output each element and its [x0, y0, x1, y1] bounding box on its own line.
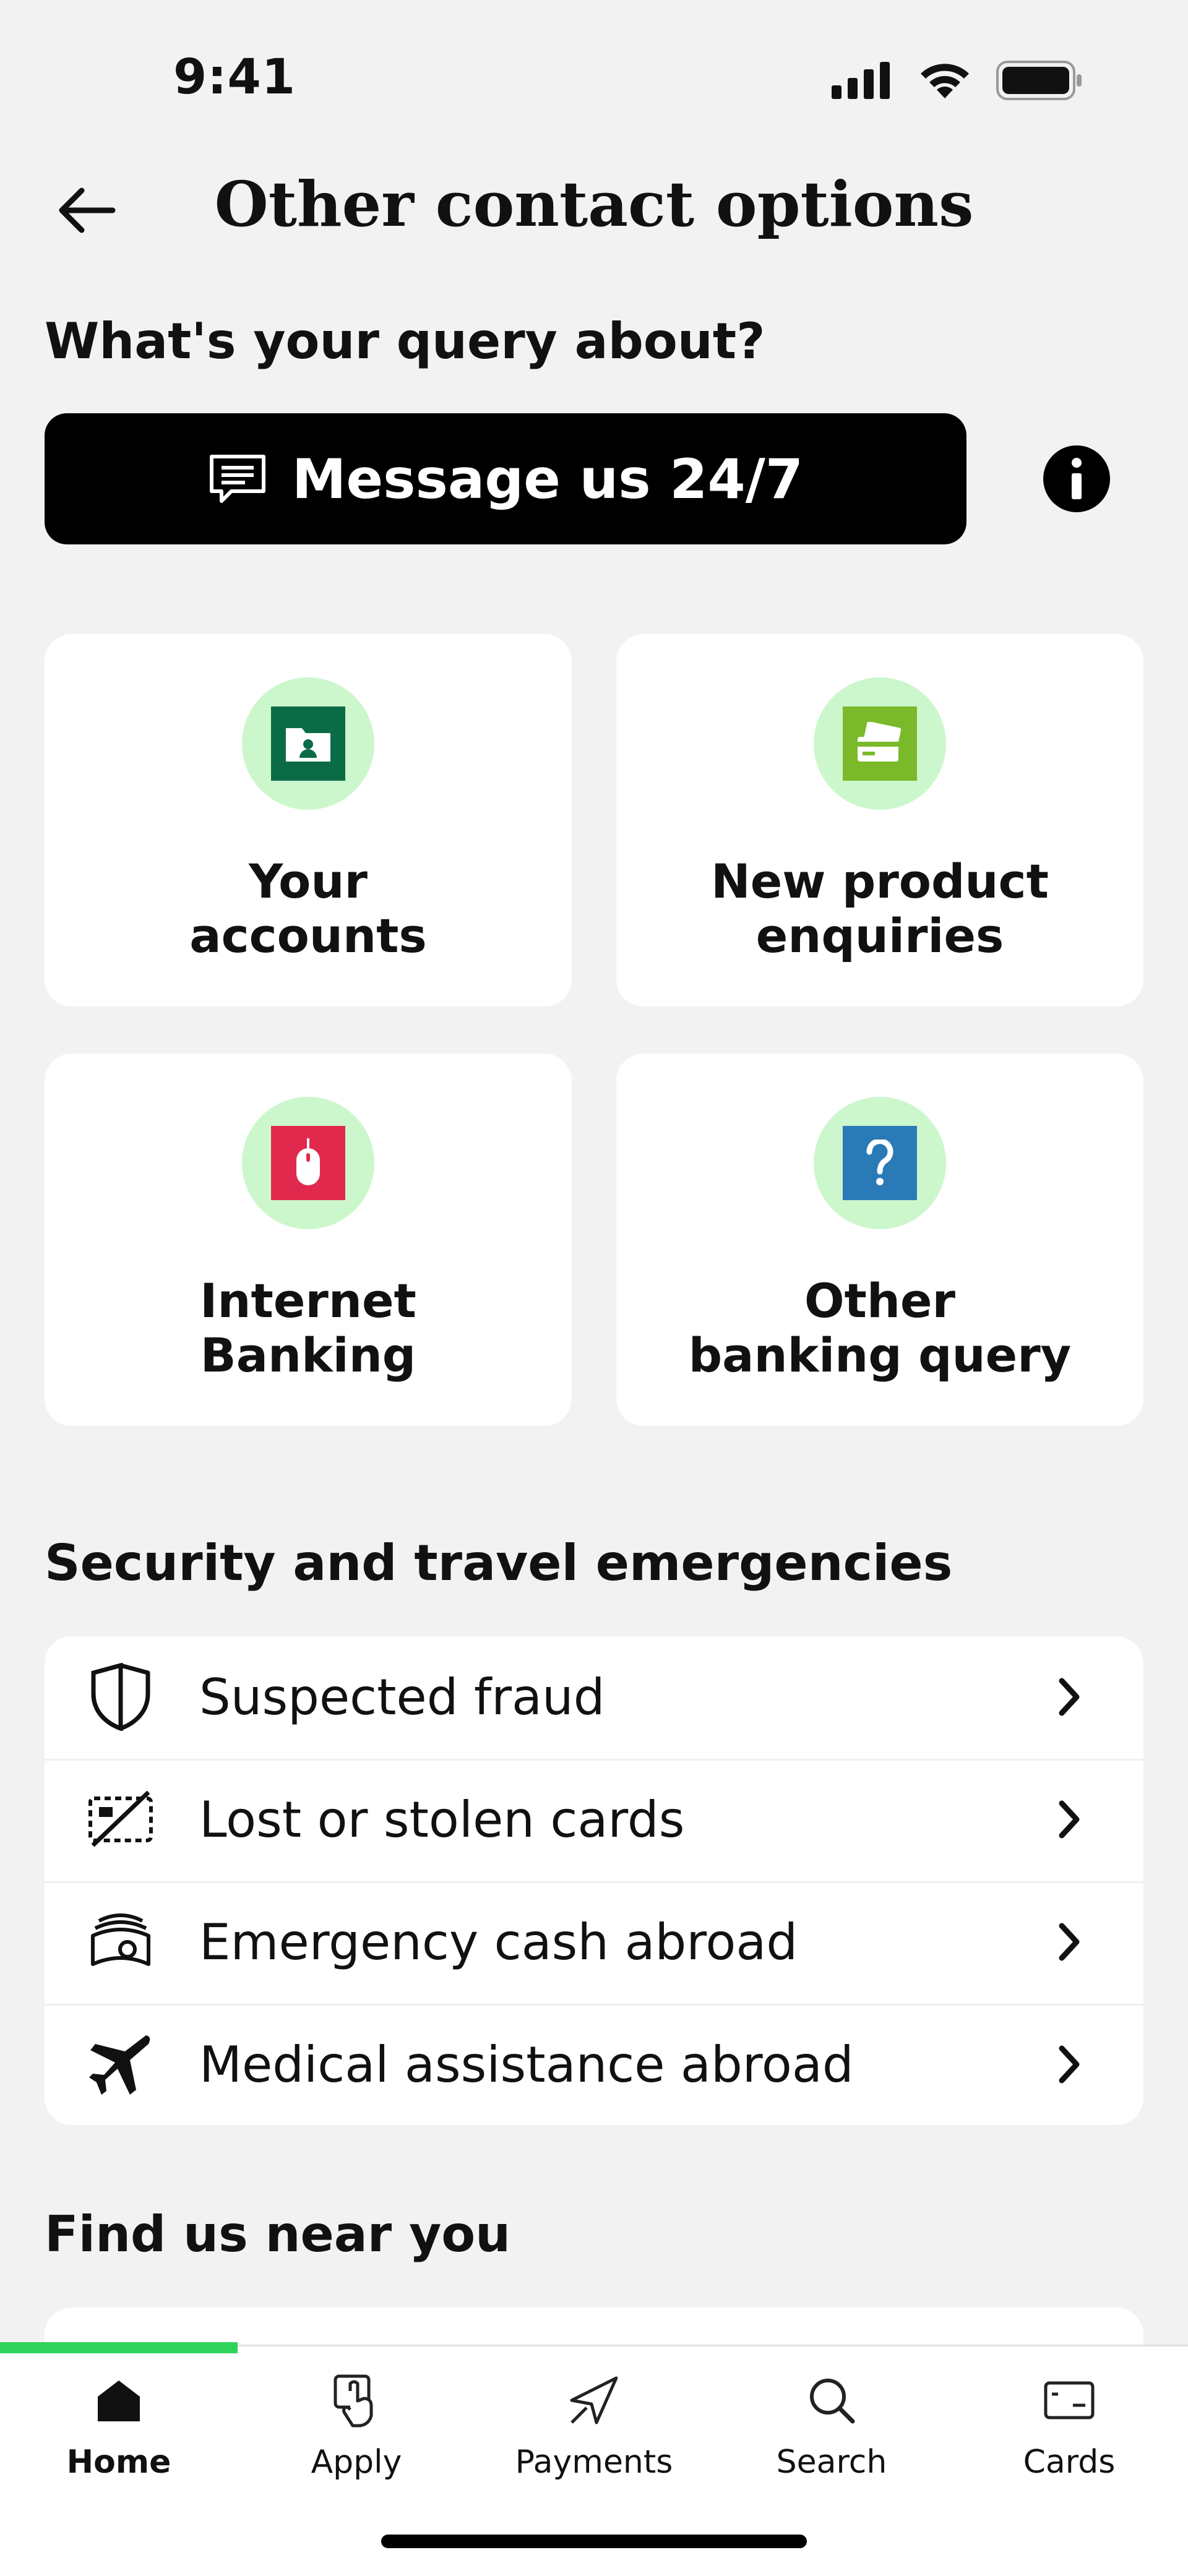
chevron-right-icon: [1051, 1672, 1088, 1722]
mouse-icon: [271, 1126, 345, 1200]
card-label-line1: Other: [804, 1273, 956, 1328]
status-icons: [832, 61, 1083, 100]
tab-label: Search: [776, 2444, 887, 2481]
card-new-product-enquiries[interactable]: New product enquiries: [616, 634, 1143, 1007]
list-item-emergency-cash[interactable]: Emergency cash abroad: [45, 1881, 1143, 2003]
tab-label: Apply: [311, 2444, 402, 2481]
card-label-line2: banking query: [688, 1328, 1072, 1383]
card-internet-banking[interactable]: Internet Banking: [45, 1054, 572, 1426]
list-item-label: Suspected fraud: [199, 1668, 605, 1726]
list-item-label: Lost or stolen cards: [199, 1790, 685, 1848]
security-heading: Security and travel emergencies: [45, 1534, 953, 1592]
tab-label: Payments: [515, 2444, 673, 2481]
tab-cards[interactable]: Cards: [950, 2363, 1188, 2493]
tab-search[interactable]: Search: [713, 2363, 950, 2493]
security-list: Suspected fraud Lost or stolen cards Eme…: [45, 1636, 1143, 2125]
shield-icon: [87, 1663, 155, 1731]
card-label-line2: enquiries: [755, 908, 1004, 963]
message-us-label: Message us 24/7: [291, 447, 804, 511]
question-icon: [843, 1126, 917, 1200]
card-label-line1: Your: [249, 854, 368, 909]
payments-icon: [563, 2369, 625, 2431]
plane-icon: [87, 2030, 155, 2098]
wifi-icon: [921, 64, 969, 98]
chevron-right-icon: [1051, 2040, 1088, 2089]
list-item-medical-assistance[interactable]: Medical assistance abroad: [45, 2004, 1143, 2125]
card-icon-circle: [814, 677, 946, 810]
list-item-label: Medical assistance abroad: [199, 2035, 854, 2093]
cash-icon: [87, 1908, 155, 1976]
folder-user-icon: [271, 706, 345, 781]
query-heading: What's your query about?: [45, 312, 765, 370]
home-indicator: [381, 2535, 807, 2548]
card-label: Your accounts: [73, 854, 543, 963]
home-icon: [88, 2369, 150, 2431]
signal-icon: [832, 62, 890, 99]
card-label-line1: New product: [711, 854, 1049, 909]
info-button[interactable]: [1043, 445, 1110, 512]
card-label-line1: Internet: [200, 1273, 416, 1328]
tab-payments[interactable]: Payments: [475, 2363, 713, 2493]
find-heading: Find us near you: [45, 2205, 511, 2263]
card-other-banking-query[interactable]: Other banking query: [616, 1054, 1143, 1426]
divider: [45, 2004, 1143, 2006]
list-item-suspected-fraud[interactable]: Suspected fraud: [45, 1636, 1143, 1758]
card-label: Internet Banking: [73, 1274, 543, 1383]
list-item-label: Emergency cash abroad: [199, 1913, 798, 1971]
tab-label: Home: [66, 2444, 171, 2481]
chevron-right-icon: [1051, 1795, 1088, 1844]
card-icon-circle: [242, 1097, 374, 1229]
message-us-button[interactable]: Message us 24/7: [45, 413, 966, 544]
card-crossed-icon: [87, 1785, 155, 1853]
card-label: New product enquiries: [645, 854, 1115, 963]
card-icon: [1038, 2369, 1100, 2431]
list-item-lost-stolen-cards[interactable]: Lost or stolen cards: [45, 1759, 1143, 1880]
tab-indicator: [0, 2342, 238, 2353]
divider: [45, 1881, 1143, 1883]
message-icon: [209, 455, 265, 503]
card-label: Other banking query: [645, 1274, 1115, 1383]
chevron-right-icon: [1051, 1917, 1088, 1967]
card-label-line2: Banking: [200, 1328, 416, 1383]
apply-icon: [325, 2369, 387, 2431]
battery-icon: [996, 61, 1082, 100]
search-icon: [801, 2369, 863, 2431]
status-time: 9:41: [173, 49, 296, 105]
card-your-accounts[interactable]: Your accounts: [45, 634, 572, 1007]
info-icon: [1072, 458, 1082, 499]
tab-home[interactable]: Home: [0, 2363, 238, 2493]
divider: [45, 1759, 1143, 1761]
tab-apply[interactable]: Apply: [238, 2363, 475, 2493]
cards-icon: [843, 706, 917, 781]
card-label-line2: accounts: [189, 908, 427, 963]
tab-label: Cards: [1023, 2444, 1116, 2481]
card-icon-circle: [814, 1097, 946, 1229]
card-icon-circle: [242, 677, 374, 810]
page-title: Other contact options: [214, 168, 974, 241]
